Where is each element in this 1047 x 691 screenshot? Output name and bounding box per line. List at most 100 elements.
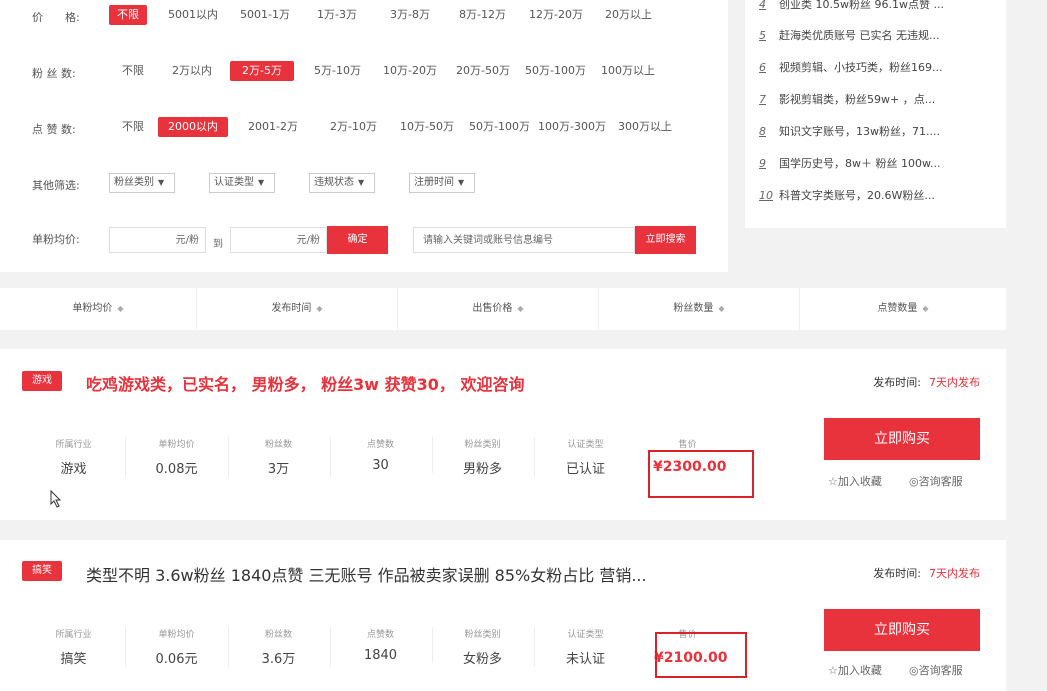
price-option-4[interactable]: 3万-8万 (382, 5, 438, 25)
side-list-item[interactable]: 4 创业类 10.5w粉丝 96.1w点赞 ... (759, 0, 999, 12)
sort-sale-price[interactable]: 出售价格 ◆ (398, 288, 599, 330)
filter-row-likes: 点 赞 数: 不限 2000以内 2001-2万 2万-10万 10万-50万 … (0, 117, 728, 141)
info-value: 女粉多 (462, 652, 502, 667)
fans-option-3[interactable]: 5万-10万 (306, 61, 369, 81)
filter-label-price: 价 格: (32, 11, 80, 24)
fans-option-2[interactable]: 2万-5万 (230, 61, 294, 81)
max-unit-price-input[interactable]: 元/粉 (230, 227, 327, 253)
search-input[interactable]: 请输入关键词或账号信息编号 (413, 227, 635, 253)
sort-likes-count[interactable]: 点赞数量 ◆ (800, 288, 1006, 330)
consult-label: 咨询客服 (918, 664, 963, 677)
side-list-text: 赶海类优质账号 已实名 无违规... (779, 29, 940, 42)
buy-now-button[interactable]: 立即购买 (824, 609, 980, 651)
info-industry: 所属行业 搞笑 (22, 627, 126, 667)
price-option-5[interactable]: 8万-12万 (451, 5, 514, 25)
likes-option-4[interactable]: 10万-50万 (392, 117, 462, 137)
sort-arrows-icon: ◆ (316, 304, 323, 313)
caret-down-icon: ▼ (258, 178, 265, 187)
search-button[interactable]: 立即搜索 (635, 226, 696, 254)
side-list-item[interactable]: 8 知识文字账号，13w粉丝，71.... (759, 123, 999, 139)
price-option-2[interactable]: 5001-1万 (232, 5, 298, 25)
filter-label-fans: 粉 丝 数: (32, 67, 76, 80)
chat-icon: ◎ (909, 664, 919, 677)
publish-time: 发布时间: 7天内发布 (873, 565, 980, 581)
likes-option-5[interactable]: 50万-100万 (461, 117, 538, 137)
cert-type-select[interactable]: 认证类型 ▼ (209, 173, 275, 193)
listing-title[interactable]: 吃鸡游戏类，已实名， 男粉多， 粉丝3w 获赞30， 欢迎咨询 (86, 371, 524, 395)
sort-publish-time[interactable]: 发布时间 ◆ (197, 288, 398, 330)
range-to-label: 到 (213, 239, 223, 250)
buy-now-button[interactable]: 立即购买 (824, 418, 980, 460)
side-list-item[interactable]: 10 科普文字类账号，20.6W粉丝... (759, 187, 999, 203)
consult-service-button[interactable]: ◎咨询客服 (909, 473, 963, 489)
info-value: 0.06元 (155, 652, 198, 667)
price-option-1[interactable]: 5001以内 (160, 5, 226, 25)
likes-option-3[interactable]: 2万-10万 (322, 117, 385, 137)
info-industry: 所属行业 游戏 (22, 437, 126, 477)
info-fans-type: 粉丝类别 女粉多 (431, 627, 535, 667)
info-value: 1840 (363, 648, 398, 663)
add-favorite-button[interactable]: ☆加入收藏 (828, 473, 882, 489)
publish-time-label: 发布时间: (873, 567, 921, 580)
sort-unit-price[interactable]: 单粉均价 ◆ (0, 288, 197, 330)
filter-panel: 价 格: 不限 5001以内 5001-1万 1万-3万 3万-8万 8万-12… (0, 0, 728, 272)
caret-down-icon: ▼ (158, 178, 165, 187)
consult-label: 咨询客服 (918, 475, 963, 488)
price-option-6[interactable]: 12万-20万 (521, 5, 591, 25)
info-fans-type: 粉丝类别 男粉多 (431, 437, 535, 477)
side-list-num: 5 (759, 29, 766, 42)
info-header: 粉丝类别 (464, 630, 501, 640)
add-favorite-button[interactable]: ☆加入收藏 (828, 662, 882, 678)
consult-service-button[interactable]: ◎咨询客服 (909, 662, 963, 678)
fans-option-7[interactable]: 100万以上 (593, 61, 663, 81)
filter-label-likes: 点 赞 数: (32, 123, 76, 136)
register-time-select[interactable]: 注册时间 ▼ (409, 173, 475, 193)
likes-option-0[interactable]: 不限 (114, 117, 152, 137)
fans-option-1[interactable]: 2万以内 (164, 61, 220, 81)
favorite-label: 加入收藏 (837, 475, 882, 488)
price-highlight-box (648, 450, 754, 498)
min-unit-price-input[interactable]: 元/粉 (109, 227, 206, 253)
side-ranking-list: 4 创业类 10.5w粉丝 96.1w点赞 ... 5 赶海类优质账号 已实名 无违… (745, 0, 1006, 228)
confirm-button[interactable]: 确定 (327, 226, 388, 254)
likes-option-7[interactable]: 300万以上 (610, 117, 680, 137)
side-list-num: 7 (759, 93, 766, 106)
sort-label: 单粉均价 (72, 303, 113, 314)
fans-option-5[interactable]: 20万-50万 (448, 61, 518, 81)
violation-select[interactable]: 违规状态 ▼ (309, 173, 375, 193)
caret-down-icon: ▼ (458, 178, 465, 187)
info-value: 未认证 (565, 652, 605, 667)
fans-type-select[interactable]: 粉丝类别 ▼ (109, 173, 175, 193)
likes-option-2[interactable]: 2001-2万 (240, 117, 306, 137)
side-list-item[interactable]: 6 视频剪辑、小技巧类，粉丝169... (759, 59, 999, 75)
info-header: 粉丝数 (264, 440, 292, 450)
sort-fans-count[interactable]: 粉丝数量 ◆ (599, 288, 800, 330)
publish-time-value: 7天内发布 (929, 376, 980, 389)
fans-option-0[interactable]: 不限 (114, 61, 152, 81)
side-list-item[interactable]: 5 赶海类优质账号 已实名 无违规... (759, 27, 999, 43)
price-option-3[interactable]: 1万-3万 (309, 5, 365, 25)
price-option-7[interactable]: 20万以上 (597, 5, 660, 25)
fans-option-4[interactable]: 10万-20万 (375, 61, 445, 81)
fans-option-6[interactable]: 50万-100万 (517, 61, 594, 81)
price-option-0[interactable]: 不限 (109, 5, 147, 25)
info-header: 所属行业 (55, 630, 92, 640)
info-price: 售价 (636, 437, 739, 450)
sort-label: 点赞数量 (877, 303, 918, 314)
info-fans: 粉丝数 3.6万 (227, 627, 331, 667)
info-cert: 认证类型 已认证 (534, 437, 637, 477)
side-list-text: 影视剪辑类，粉丝59w+ ，点... (779, 93, 936, 106)
info-value: 已认证 (565, 462, 605, 477)
side-list-text: 科普文字类账号，20.6W粉丝... (779, 189, 935, 202)
side-list-num: 4 (759, 0, 766, 11)
likes-option-6[interactable]: 100万-300万 (530, 117, 614, 137)
likes-option-1[interactable]: 2000以内 (158, 117, 228, 137)
side-list-item[interactable]: 9 国学历史号，8w＋ 粉丝 100w... (759, 155, 999, 171)
listing-title[interactable]: 类型不明 3.6w粉丝 1840点赞 三无账号 作品被卖家误删 85%女粉占比 … (86, 562, 647, 586)
side-list-text: 创业类 10.5w粉丝 96.1w点赞 ... (779, 0, 944, 11)
search-placeholder: 请输入关键词或账号信息编号 (423, 235, 553, 246)
side-list-num: 10 (759, 189, 773, 202)
info-value: 3.6万 (261, 652, 296, 667)
side-list-item[interactable]: 7 影视剪辑类，粉丝59w+ ，点... (759, 91, 999, 107)
info-likes: 点赞数 1840 (329, 627, 433, 663)
